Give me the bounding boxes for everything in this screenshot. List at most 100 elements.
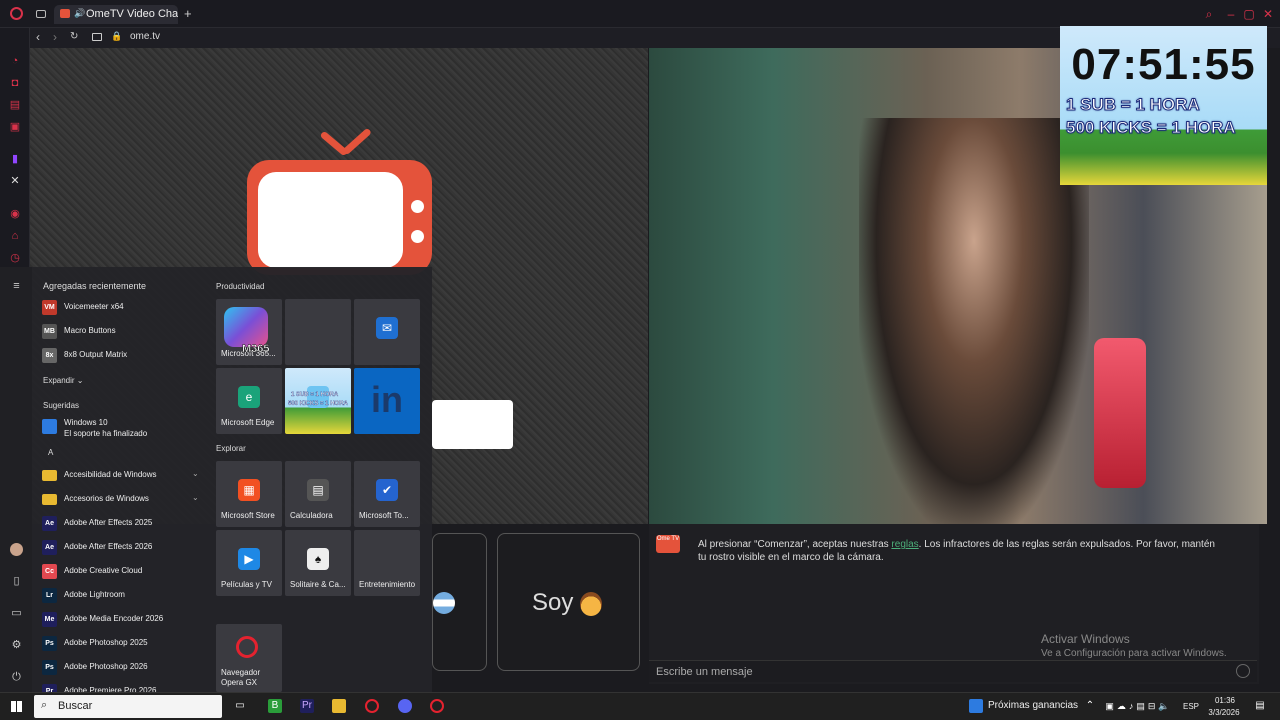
tile-icon: e [238, 386, 260, 408]
clock-time[interactable]: 01:36 [1210, 696, 1240, 705]
app-list-item[interactable]: Cc Adobe Creative Cloud [42, 562, 202, 582]
settings-icon[interactable]: ⚙ [10, 639, 23, 652]
camera-icon[interactable] [92, 33, 102, 41]
maximize-button[interactable]: ▢ [1243, 8, 1255, 20]
app-icon: Me [42, 612, 57, 627]
sidebar-chat-icon[interactable]: ▤ [9, 99, 21, 111]
new-tab-button[interactable]: + [184, 6, 192, 21]
sidebar-m-icon[interactable]: ▣ [9, 121, 21, 133]
start-tile[interactable]: ✔ Microsoft To... [354, 461, 420, 527]
search-tabs-icon[interactable]: ⌕ [1203, 8, 1215, 20]
app-list-item[interactable]: Lr Adobe Lightroom [42, 586, 202, 606]
tile-icon: ✔ [376, 479, 398, 501]
tab-manager-icon[interactable] [36, 10, 46, 18]
app-icon: Ps [42, 660, 57, 675]
close-button[interactable]: ✕ [1262, 8, 1274, 20]
notifications-icon[interactable]: ▤ [1253, 699, 1267, 713]
tray-icons[interactable]: ▣☁♪▤⊟🔈 [1100, 699, 1178, 713]
start-tile[interactable]: ✉ [354, 299, 420, 365]
flag-icon [433, 592, 455, 614]
x-icon[interactable]: ✕ [9, 175, 21, 187]
pictures-icon[interactable]: ▭ [10, 607, 23, 620]
language-indicator[interactable]: ESP [1183, 702, 1199, 711]
start-tile[interactable]: 1 SUB = 1 HORA 500 KICKS = 1 HORA [285, 368, 351, 434]
url-text[interactable]: ome.tv [130, 31, 160, 42]
sidebar-clock-icon[interactable]: ◷ [9, 252, 21, 264]
start-tile[interactable]: ♠ Solitaire & Ca... [285, 530, 351, 596]
earnings-icon[interactable] [969, 699, 983, 713]
forward-icon[interactable]: › [53, 30, 57, 44]
clock-date[interactable]: 3/3/2026 [1204, 708, 1244, 717]
back-icon[interactable]: ‹ [36, 30, 40, 44]
tile-opera-gx[interactable]: Navegador Opera GX [216, 624, 282, 692]
tile-label: Microsoft Store [221, 511, 275, 520]
recent-item-label: Macro Buttons [64, 326, 116, 335]
lock-icon[interactable]: 🔒 [111, 31, 122, 42]
tab-audio-icon[interactable]: 🔊 [74, 8, 85, 19]
windows-start-icon[interactable] [11, 701, 22, 712]
sidebar-player-icon[interactable]: ◉ [9, 208, 21, 220]
app-list-item[interactable]: Accesibilidad de Windows ⌄ [42, 466, 202, 486]
app-icon: Ae [42, 540, 57, 555]
activate-windows-title: Activar Windows [1041, 632, 1130, 646]
app-list-item[interactable]: Ae Adobe After Effects 2025 [42, 514, 202, 534]
start-tile[interactable]: Entretenimiento [354, 530, 420, 596]
premiere-icon[interactable]: Pr [300, 699, 314, 713]
earnings-label[interactable]: Próximas ganancias [988, 700, 1078, 711]
start-tile[interactable]: ▦ Microsoft Store [216, 461, 282, 527]
chevron-up-icon[interactable]: ⌃ [1083, 699, 1097, 713]
tv-knob-icon [411, 230, 424, 243]
app-record-icon[interactable] [430, 699, 444, 713]
app-list-label: Accesibilidad de Windows [64, 470, 157, 479]
app-list-item[interactable]: Accesorios de Windows ⌄ [42, 490, 202, 510]
start-tile[interactable]: e Microsoft Edge [216, 368, 282, 434]
app-list-item[interactable]: Me Adobe Media Encoder 2026 [42, 610, 202, 630]
activate-windows-subtitle: Ve a Configuración para activar Windows. [1041, 648, 1227, 659]
tab-ometv[interactable]: 🔊 OmeTV Video Chat — C [54, 5, 178, 24]
message-input[interactable]: Escribe un mensaje [649, 660, 1257, 682]
rules-link[interactable]: reglas [891, 539, 918, 550]
sidebar-aria-icon[interactable]: ◔ [9, 55, 21, 67]
taskbar-search-input[interactable]: Buscar [34, 695, 222, 718]
letter-a-header[interactable]: A [48, 448, 53, 457]
start-tile[interactable]: ▶ Películas y TV [216, 530, 282, 596]
sidebar-pin-icon[interactable]: ⌂ [9, 230, 21, 242]
discord-icon[interactable] [398, 699, 412, 713]
opera-logo-icon[interactable] [10, 7, 23, 20]
productivity-header: Productividad [216, 282, 265, 291]
recent-item[interactable]: MB Macro Buttons [42, 322, 202, 342]
app-list-item[interactable]: Ae Adobe After Effects 2026 [42, 538, 202, 558]
opera-taskbar-icon[interactable] [365, 699, 379, 713]
start-tile[interactable] [285, 299, 351, 365]
minimize-button[interactable]: – [1225, 8, 1237, 20]
app-list-item[interactable]: Ps Adobe Photoshop 2026 [42, 658, 202, 678]
twitch-icon[interactable]: ▮ [9, 153, 21, 165]
recent-item[interactable]: VM Voicemeeter x64 [42, 298, 202, 318]
recent-header: Agregadas recientemente [43, 281, 147, 291]
documents-icon[interactable]: ▯ [10, 575, 23, 588]
start-tile[interactable]: M365Microsoft 365...M365 [216, 299, 282, 365]
start-tile[interactable]: in [354, 368, 420, 434]
app-b-icon[interactable]: B [268, 699, 282, 713]
folder-icon [42, 494, 57, 505]
suggested-windows10[interactable]: Windows 10 El soporte ha finalizado [42, 417, 202, 439]
power-icon[interactable]: ⏻ [10, 671, 23, 684]
task-view-icon[interactable]: ▭ [233, 699, 247, 713]
app-list-label: Adobe Photoshop 2025 [64, 638, 148, 647]
start-button[interactable] [432, 400, 513, 449]
emoji-icon[interactable] [1236, 664, 1250, 678]
file-explorer-icon[interactable] [332, 699, 346, 713]
tile-opera-label: Navegador Opera GX [221, 668, 261, 687]
expand-button[interactable]: Expandir ⌄ [43, 376, 84, 385]
search-icon: ⌕ [41, 699, 48, 711]
folder-icon [42, 470, 57, 481]
recent-item[interactable]: 8x 8x8 Output Matrix [42, 346, 202, 366]
sidebar-bag-icon[interactable]: ◘ [9, 77, 21, 89]
app-list-item[interactable]: Ps Adobe Photoshop 2025 [42, 634, 202, 654]
avatar[interactable] [10, 543, 23, 556]
hamburger-icon[interactable]: ≡ [10, 280, 23, 293]
country-button[interactable] [432, 533, 487, 671]
tab-title: OmeTV Video Chat — C [86, 8, 178, 20]
reload-icon[interactable]: ↻ [70, 31, 78, 42]
start-tile[interactable]: ▤ Calculadora [285, 461, 351, 527]
